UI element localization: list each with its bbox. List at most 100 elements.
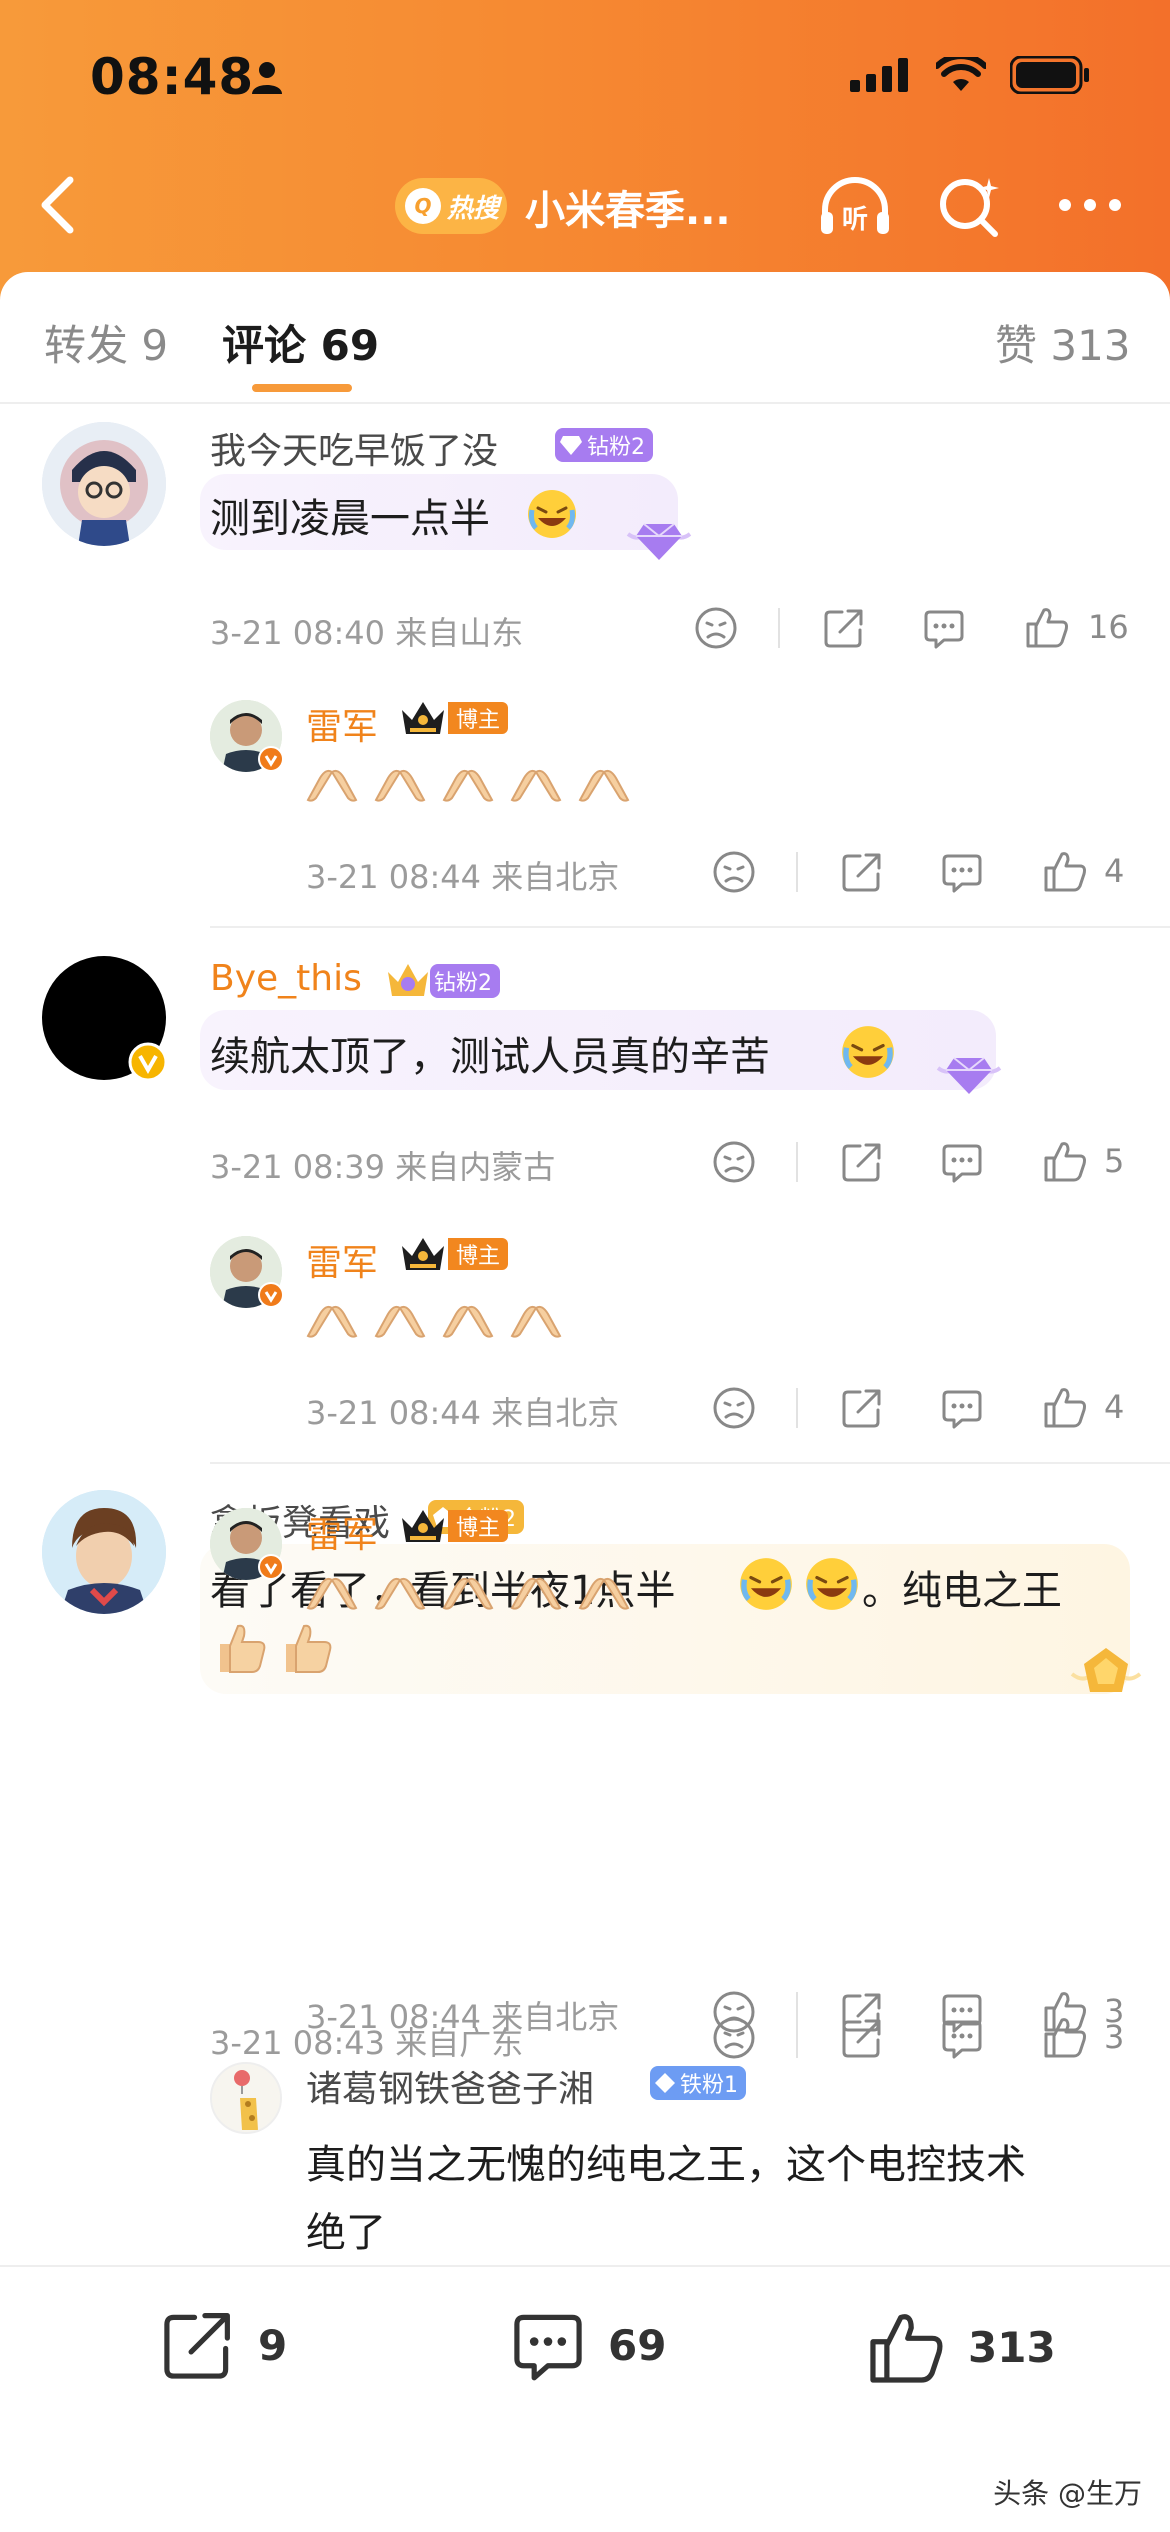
- like-count: 313: [968, 2322, 1056, 2372]
- like-icon[interactable]: [1042, 1988, 1088, 2034]
- comment-card: 转发 9 评论 69 赞 313 我今天吃早饭了没 钻粉2 测到凌晨一点半 3-…: [0, 272, 1170, 2532]
- diamond-decor-icon: [936, 1057, 1002, 1094]
- top-nav: Q 热搜 小米春季... 听: [0, 150, 1170, 260]
- hot-label: 热搜: [447, 193, 500, 224]
- blogger-badge-label: 博主: [448, 1238, 509, 1270]
- share-icon[interactable]: [840, 1990, 884, 2034]
- reply-icon[interactable]: [940, 850, 984, 894]
- reply-text: 真的当之无愧的纯电之王，这个电控技术: [306, 2142, 1026, 2188]
- dislike-icon[interactable]: [694, 606, 738, 650]
- reply-username[interactable]: 雷军: [306, 1234, 378, 1286]
- laughing-emoji-icon: [806, 1558, 858, 1610]
- dislike-icon[interactable]: [712, 1140, 756, 1184]
- verified-badge-icon: [258, 746, 284, 772]
- diamond-icon: [560, 436, 582, 455]
- reply-icon[interactable]: [922, 606, 966, 650]
- hot-search-badge[interactable]: Q 热搜: [395, 178, 507, 234]
- page-title[interactable]: 小米春季...: [525, 178, 731, 236]
- comment-meta: 3-21 08:39 来自内蒙古: [210, 1148, 556, 1186]
- action-separator: [796, 1992, 798, 2032]
- tab-bar: 转发 9 评论 69 赞 313: [0, 272, 1170, 404]
- like-icon[interactable]: [1024, 604, 1070, 650]
- tabs-divider: [0, 402, 1170, 404]
- share-icon[interactable]: [822, 606, 866, 650]
- status-time: 08:48: [90, 48, 255, 106]
- action-separator: [796, 1388, 798, 1428]
- dislike-icon[interactable]: [712, 1386, 756, 1430]
- repost-count: 9: [258, 2320, 288, 2370]
- reply-username[interactable]: 诸葛钢铁爸爸子湘: [306, 2060, 594, 2112]
- comment-text: 测到凌晨一点半: [210, 496, 490, 542]
- praying-hands-icon: [510, 769, 562, 802]
- praying-hands-emojis: [306, 1572, 630, 1612]
- dislike-icon[interactable]: [712, 1990, 756, 2034]
- action-separator: [796, 852, 798, 892]
- reply-username[interactable]: 雷军: [306, 1506, 378, 1558]
- share-icon[interactable]: [840, 850, 884, 894]
- fan-badge: 钻粉2: [555, 428, 653, 462]
- verified-badge-icon: [258, 1554, 284, 1580]
- tab-likes[interactable]: 赞 313: [995, 312, 1131, 373]
- tab-reposts[interactable]: 转发 9: [44, 312, 168, 373]
- bottom-like-button[interactable]: 313: [866, 2307, 1056, 2387]
- blogger-badge-label: 博主: [448, 1510, 509, 1542]
- like-count: 3: [1104, 1992, 1125, 2030]
- comment-text: 续航太顶了，测试人员真的辛苦: [210, 1034, 770, 1080]
- thumbs-up-emoji-icon: [286, 1624, 332, 1673]
- bottom-repost-button[interactable]: 9: [160, 2307, 287, 2383]
- praying-hands-emojis: [306, 1300, 562, 1340]
- listen-icon[interactable]: 听: [815, 172, 895, 242]
- praying-hands-icon: [374, 769, 426, 802]
- like-icon: [870, 2314, 943, 2383]
- like-count: 5: [1104, 1142, 1125, 1180]
- tab-comments[interactable]: 评论 69: [222, 312, 379, 373]
- fan-badge-label: 钻粉2: [434, 971, 492, 996]
- avatar[interactable]: [210, 2062, 282, 2134]
- share-icon[interactable]: [840, 1140, 884, 1184]
- comment-text-tail: 。纯电之王: [862, 1568, 1062, 1614]
- status-bar: 08:48: [0, 0, 1170, 150]
- avatar[interactable]: [42, 1490, 166, 1614]
- crown-badge-icon: [388, 964, 428, 996]
- back-icon[interactable]: [30, 170, 90, 240]
- share-icon[interactable]: [840, 1386, 884, 1430]
- praying-hands-icon: [306, 769, 358, 802]
- like-icon[interactable]: [1042, 848, 1088, 894]
- blogger-badge: 博主: [398, 1508, 509, 1544]
- praying-hands-icon: [374, 1305, 426, 1338]
- fan-badge-label: 铁粉1: [680, 2073, 738, 2098]
- battery-icon: [1010, 56, 1089, 94]
- blogger-badge-label: 博主: [448, 702, 509, 734]
- reply-username[interactable]: 雷军: [306, 698, 378, 750]
- reply-icon[interactable]: [940, 1386, 984, 1430]
- praying-hands-icon: [306, 1577, 358, 1610]
- more-icon[interactable]: [1055, 190, 1125, 220]
- bottom-comment-button[interactable]: 69: [510, 2307, 666, 2383]
- like-icon[interactable]: [1042, 1384, 1088, 1430]
- svg-text:听: 听: [842, 205, 868, 235]
- praying-hands-icon: [578, 769, 630, 802]
- like-count: 4: [1104, 852, 1125, 890]
- comment-username[interactable]: Bye_this: [210, 958, 362, 999]
- comment-username[interactable]: 我今天吃早饭了没: [210, 422, 498, 474]
- blogger-badge: 博主: [398, 700, 509, 736]
- gold-medal-decor-icon: [1070, 1648, 1142, 1692]
- comment-meta: 3-21 08:40 来自山东: [210, 614, 524, 652]
- reply-meta: 3-21 08:44 来自北京: [306, 858, 620, 896]
- like-count: 16: [1088, 608, 1129, 646]
- reply-icon[interactable]: [940, 1140, 984, 1184]
- action-separator: [778, 608, 780, 648]
- search-sparkle-icon[interactable]: [935, 172, 1005, 242]
- praying-hands-icon: [374, 1577, 426, 1610]
- share-icon: [164, 2313, 230, 2379]
- like-icon[interactable]: [1042, 1138, 1088, 1184]
- reply-icon[interactable]: [940, 1990, 984, 2034]
- praying-hands-icon: [306, 1305, 358, 1338]
- dislike-icon[interactable]: [712, 850, 756, 894]
- laughing-emoji-icon: [842, 1026, 894, 1078]
- avatar[interactable]: [42, 422, 166, 546]
- reply-text-continued: 绝了: [306, 2210, 386, 2256]
- comment-divider: [210, 926, 1170, 928]
- active-tab-indicator: [252, 384, 352, 392]
- praying-hands-icon: [442, 1305, 494, 1338]
